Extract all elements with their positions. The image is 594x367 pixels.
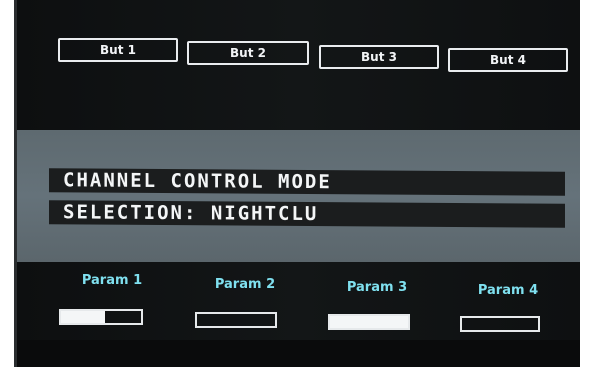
- soft-button-2[interactable]: But 2: [187, 41, 309, 65]
- display-line-selection: SELECTION: NIGHTCLU: [49, 200, 565, 228]
- soft-button-4[interactable]: But 4: [448, 48, 568, 72]
- param-4-label: Param 4: [477, 283, 539, 298]
- param-3-bar[interactable]: [328, 314, 410, 330]
- param-3-fill: [330, 316, 408, 328]
- param-1-label: Param 1: [81, 273, 143, 288]
- device-screen: But 1 But 2 But 3 But 4 CHANNEL CONTROL …: [14, 0, 580, 367]
- param-1-bar[interactable]: [59, 309, 143, 325]
- param-2-label: Param 2: [214, 277, 276, 292]
- param-1-fill: [61, 311, 105, 323]
- display-panel: CHANNEL CONTROL MODE SELECTION: NIGHTCLU: [17, 130, 580, 262]
- display-line-mode: CHANNEL CONTROL MODE: [49, 168, 565, 196]
- bezel-bottom: [17, 340, 580, 367]
- param-4-bar[interactable]: [460, 316, 540, 332]
- param-2-bar[interactable]: [195, 312, 277, 328]
- soft-button-3[interactable]: But 3: [319, 45, 439, 69]
- soft-button-1[interactable]: But 1: [58, 38, 178, 62]
- param-3-label: Param 3: [346, 280, 408, 295]
